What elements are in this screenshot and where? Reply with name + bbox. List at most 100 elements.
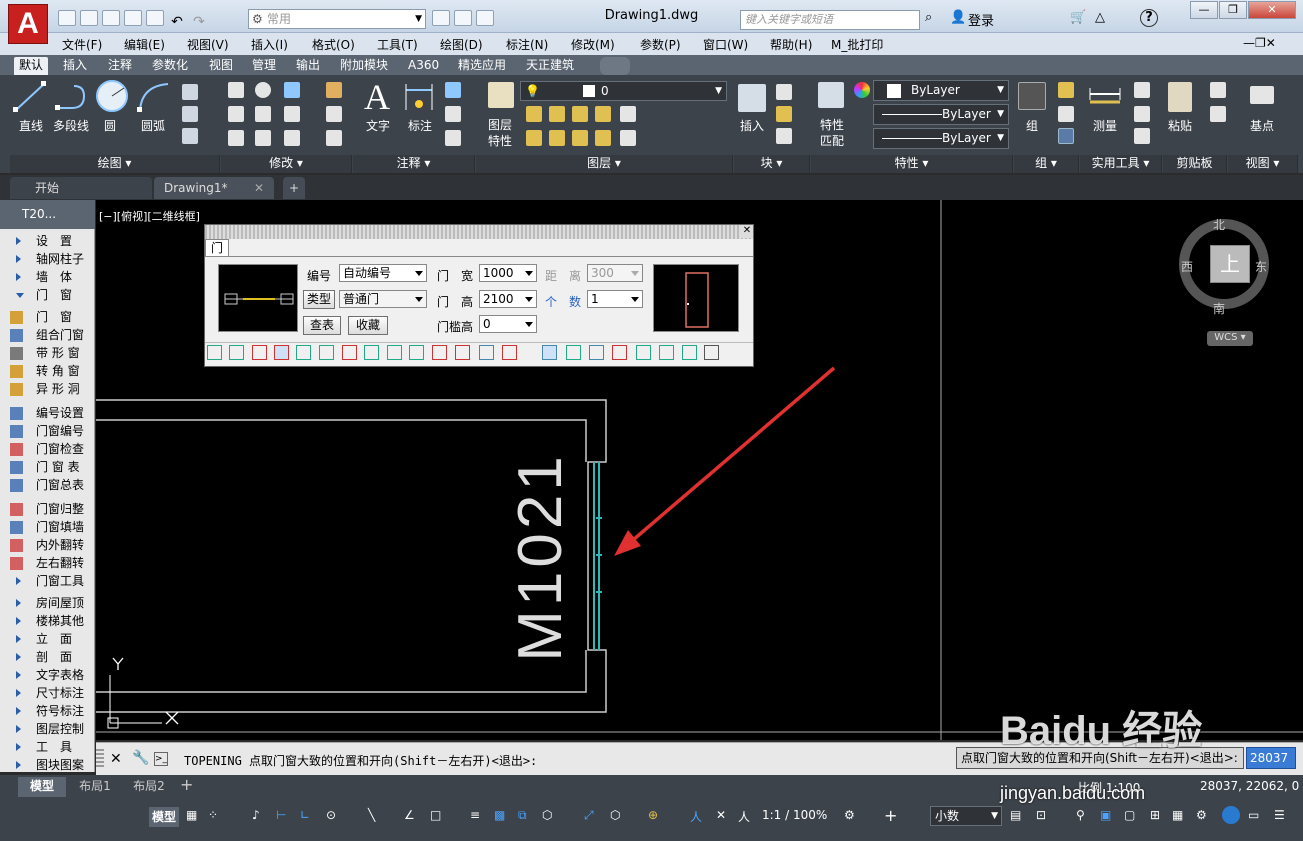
door-style-tool-icon-7[interactable]	[364, 345, 379, 360]
transparency-icon[interactable]: ▩	[494, 808, 505, 822]
erase-icon[interactable]	[326, 82, 342, 98]
color-combo[interactable]: ByLayer ▼	[873, 80, 1009, 101]
menu-dimension[interactable]: 标注(N)	[506, 36, 548, 53]
layer-state-icon[interactable]	[526, 106, 542, 122]
array-icon[interactable]	[284, 130, 300, 146]
menu-view[interactable]: 视图(V)	[187, 36, 229, 53]
graphics-icon[interactable]: ▦	[1172, 808, 1183, 822]
explode-icon[interactable]	[326, 106, 342, 122]
menu-window[interactable]: 窗口(W)	[703, 36, 748, 53]
tab-insert[interactable]: 插入	[58, 57, 92, 75]
close-button[interactable]: ✕	[1248, 1, 1296, 19]
paste-icon[interactable]	[1168, 82, 1192, 112]
menu-help[interactable]: 帮助(H)	[770, 36, 812, 53]
isodraft-icon[interactable]: ╲	[368, 808, 375, 822]
measure-icon[interactable]	[1088, 84, 1122, 110]
match-properties-icon[interactable]	[818, 82, 844, 108]
menu-file[interactable]: 文件(F)	[62, 36, 102, 53]
door-style-tool-icon-3[interactable]	[274, 345, 289, 360]
color-wheel-icon[interactable]	[854, 82, 870, 98]
hardware-acceleration-icon[interactable]: ▣	[1100, 808, 1111, 822]
panel-item-23[interactable]: 文字表格	[8, 666, 92, 684]
wrench-icon[interactable]: 🔧	[132, 750, 149, 766]
viewcube-south[interactable]: 南	[1213, 300, 1225, 317]
stretch-icon[interactable]	[228, 130, 244, 146]
group-title-block[interactable]: 块 ▾	[734, 155, 810, 173]
sill-combo[interactable]: 0	[479, 315, 537, 333]
panel-item-18[interactable]: 门窗工具	[8, 572, 92, 590]
door-style-tool-icon-2[interactable]	[252, 345, 267, 360]
panel-item-19[interactable]: 房间屋顶	[8, 594, 92, 612]
count-combo[interactable]: 1	[587, 290, 643, 308]
door-style-tool-icon-18[interactable]	[612, 345, 627, 360]
tab-start[interactable]: 开始	[10, 177, 152, 199]
door-style-tool-icon-22[interactable]	[704, 345, 719, 360]
panel-item-14[interactable]: 门窗归整	[8, 500, 92, 518]
selection-cycling-icon[interactable]: ⧉	[518, 808, 527, 823]
polar-icon[interactable]: ⊙	[326, 808, 336, 822]
group-select-icon[interactable]	[1058, 128, 1074, 144]
panel-item-13[interactable]: 门窗总表	[8, 476, 92, 494]
menu-draw[interactable]: 绘图(D)	[440, 36, 483, 53]
group-title-utilities[interactable]: 实用工具 ▾	[1080, 155, 1162, 173]
doc-window-controls[interactable]: —❐✕	[1243, 36, 1276, 50]
query-table-button[interactable]: 查表	[303, 316, 341, 335]
region-icon[interactable]	[182, 128, 198, 144]
viewcube-north[interactable]: 北	[1213, 216, 1225, 233]
insert-block-icon[interactable]	[738, 84, 766, 112]
type-button[interactable]: 类型	[303, 290, 335, 309]
dialog-close-button[interactable]: ✕	[741, 225, 753, 238]
menu-parametric[interactable]: 参数(P)	[640, 36, 681, 53]
gizmo-icon[interactable]: ⊕	[648, 808, 658, 822]
linetype-combo[interactable]: ByLayer ▼	[873, 104, 1009, 125]
exchange-icon[interactable]: △	[1095, 10, 1105, 25]
leader-icon[interactable]	[445, 106, 461, 122]
quick-select-icon[interactable]	[1134, 82, 1150, 98]
settings-icon[interactable]: ⚙	[1196, 808, 1207, 822]
door-style-tool-icon-6[interactable]	[342, 345, 357, 360]
app-logo[interactable]: A	[8, 4, 48, 44]
arc-icon[interactable]	[134, 78, 174, 114]
osnap-icon[interactable]: □	[430, 808, 441, 822]
annotation-scale-icon[interactable]: 人	[738, 808, 750, 825]
tab-layout2[interactable]: 布局2	[124, 777, 174, 797]
panel-item-16[interactable]: 内外翻转	[8, 536, 92, 554]
wcs-menu[interactable]: WCS ▾	[1207, 331, 1253, 346]
performance-icon[interactable]	[1222, 806, 1240, 824]
close-tab-icon[interactable]: ✕	[254, 177, 264, 199]
annotation-visibility-icon[interactable]: 人	[690, 808, 702, 825]
type-combo[interactable]: 普通门	[339, 290, 427, 308]
tab-tangent[interactable]: 天正建筑	[521, 57, 579, 75]
height-combo[interactable]: 2100	[479, 290, 537, 308]
panel-item-27[interactable]: 工 具	[8, 738, 92, 756]
panel-item-26[interactable]: 图层控制	[8, 720, 92, 738]
layer-combo[interactable]: 💡 0 ▼	[520, 81, 727, 101]
panel-item-1[interactable]: 轴网柱子	[8, 250, 92, 268]
lineweight-icon[interactable]: ≡	[470, 808, 480, 822]
dynamic-ucs-icon[interactable]: ⤢	[584, 808, 594, 823]
add-layout-button[interactable]: +	[180, 775, 193, 794]
panel-item-12[interactable]: 门 窗 表	[8, 458, 92, 476]
tab-drawing1[interactable]: Drawing1* ✕	[154, 177, 274, 199]
group-title-properties[interactable]: 特性 ▾	[811, 155, 1013, 173]
door-style-tool-icon-21[interactable]	[682, 345, 697, 360]
annotation-scale-value[interactable]: 1:1 / 100%	[762, 808, 827, 822]
layer-isolate-icon[interactable]	[572, 106, 588, 122]
viewcube-east[interactable]: 东	[1255, 258, 1267, 275]
panel-item-17[interactable]: 左右翻转	[8, 554, 92, 572]
tab-addins[interactable]: 附加模块	[335, 57, 393, 75]
panel-item-22[interactable]: 剖 面	[8, 648, 92, 666]
group-title-layers[interactable]: 图层 ▾	[476, 155, 733, 173]
polyline-icon[interactable]	[52, 78, 92, 114]
panel-item-20[interactable]: 楼梯其他	[8, 612, 92, 630]
panel-item-10[interactable]: 门窗编号	[8, 422, 92, 440]
layer-freeze-icon[interactable]	[595, 106, 611, 122]
maximize-button[interactable]: ❐	[1219, 1, 1247, 19]
tab-layout1[interactable]: 布局1	[70, 777, 120, 797]
width-combo[interactable]: 1000	[479, 264, 537, 282]
binoculars-icon[interactable]: ⌕	[925, 10, 932, 25]
door-style-tool-icon-1[interactable]	[229, 345, 244, 360]
model-space-button[interactable]: 模型	[149, 807, 179, 827]
layer-off-icon[interactable]	[549, 106, 565, 122]
isolate-icon[interactable]: ⚲	[1076, 808, 1085, 822]
